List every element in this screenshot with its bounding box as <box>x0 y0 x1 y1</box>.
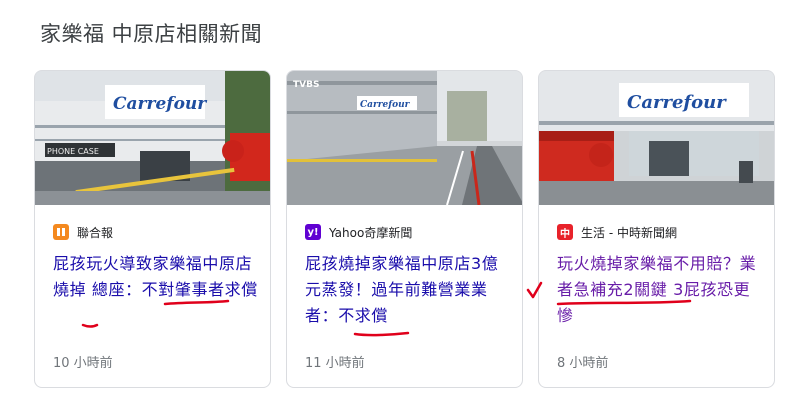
tvbs-watermark: TVBS <box>293 80 319 90</box>
news-time-1: 10 小時前 <box>53 356 113 371</box>
news-source-2[interactable]: y! Yahoo奇摩新聞 <box>305 223 412 241</box>
news-headline-2[interactable]: 屁孩燒掉家樂福中原店3億元蒸發！過年前難營業業者：不求償 <box>305 251 510 329</box>
section-title: 家樂福 中原店相關新聞 <box>40 22 263 46</box>
news-headline-3[interactable]: 玩火燒掉家樂福不用賠？業者急補充2關鍵 3屁孩恐更慘 <box>557 251 762 329</box>
news-headline-1[interactable]: 屁孩玩火導致家樂福中原店燒掉 總座：不對肇事者求償 <box>53 251 258 303</box>
news-source-1[interactable]: 聯合報 <box>53 223 113 241</box>
chinatimes-logo-icon: 中 <box>557 224 573 240</box>
source-name: Yahoo奇摩新聞 <box>329 225 413 240</box>
news-thumbnail-1[interactable]: Carrefour PHONE CASE <box>35 71 270 205</box>
svg-text:Carrefour: Carrefour <box>360 100 411 110</box>
news-card-3[interactable]: Carrefour 中 生活 - 中時新聞網 玩火燒掉家樂福不用賠？業者急補充2… <box>538 70 775 388</box>
udn-logo-icon <box>53 224 69 240</box>
news-source-3[interactable]: 中 生活 - 中時新聞網 <box>557 223 677 241</box>
source-name: 聯合報 <box>77 225 114 240</box>
carrefour-sign: Carrefour <box>627 92 727 113</box>
news-thumbnail-3[interactable]: Carrefour <box>539 71 774 205</box>
news-time-2: 11 小時前 <box>305 356 365 371</box>
carrefour-sign: Carrefour <box>113 94 207 114</box>
source-name: 生活 - 中時新聞網 <box>581 225 677 240</box>
phone-case-sign: PHONE CASE <box>47 147 99 156</box>
news-time-3: 8 小時前 <box>557 356 609 371</box>
news-thumbnail-2[interactable]: Carrefour TVBS <box>287 71 522 205</box>
yahoo-logo-icon: y! <box>305 224 321 240</box>
news-card-2[interactable]: Carrefour TVBS y! Yahoo奇摩新聞 屁孩燒掉家樂福中原店3億… <box>286 70 523 388</box>
news-card-1[interactable]: Carrefour PHONE CASE 聯合報 屁孩玩火導致家樂福中原店燒掉 … <box>34 70 271 388</box>
